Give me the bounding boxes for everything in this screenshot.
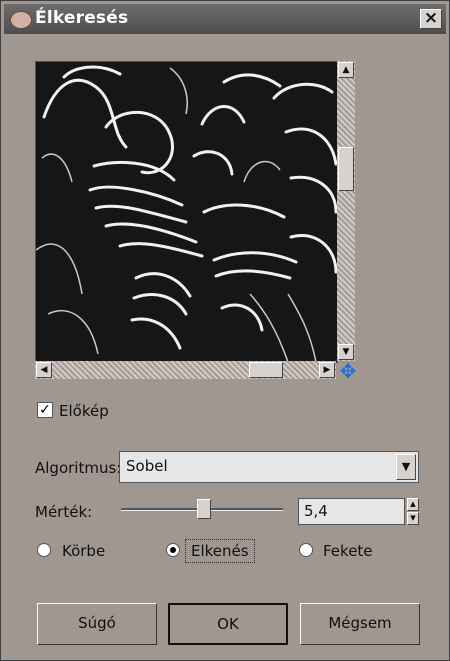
radio-wrap[interactable] xyxy=(37,543,51,557)
amount-slider-handle[interactable] xyxy=(196,499,211,519)
scroll-left-button[interactable]: ◀ xyxy=(36,362,52,378)
app-icon xyxy=(10,11,32,29)
radio-wrap-label: Körbe xyxy=(62,542,106,560)
spin-up-button[interactable]: ▲ xyxy=(407,498,419,511)
cancel-button[interactable]: Mégsem xyxy=(300,603,420,645)
radio-black[interactable] xyxy=(299,543,313,557)
ok-button[interactable]: OK xyxy=(168,603,288,645)
help-button[interactable]: Súgó xyxy=(37,603,157,645)
horizontal-scroll-thumb[interactable] xyxy=(249,362,283,378)
preview-vertical-scrollbar[interactable]: ▲ ▼ xyxy=(337,61,355,361)
scroll-down-button[interactable]: ▼ xyxy=(338,344,354,360)
vertical-scroll-thumb[interactable] xyxy=(338,147,354,191)
dropdown-arrow-icon[interactable]: ▼ xyxy=(396,454,416,480)
window-title: Élkeresés xyxy=(35,8,129,28)
preview-checkbox[interactable]: ✓ xyxy=(37,402,53,418)
radio-smear-label: Elkenés xyxy=(191,542,249,560)
algorithm-value: Sobel xyxy=(126,457,168,475)
radio-smear[interactable] xyxy=(166,543,180,557)
spin-down-button[interactable]: ▼ xyxy=(407,512,419,525)
close-button[interactable]: × xyxy=(420,9,442,29)
scroll-up-button[interactable]: ▲ xyxy=(338,62,354,78)
navigate-move-icon[interactable]: ✥ xyxy=(338,361,358,381)
amount-label: Mérték: xyxy=(35,503,93,521)
radio-black-label: Fekete xyxy=(323,542,373,560)
algorithm-label: Algoritmus: xyxy=(35,459,122,477)
preview-label: Előkép xyxy=(59,402,109,420)
algorithm-dropdown[interactable]: Sobel ▼ xyxy=(119,451,419,483)
preview-image[interactable] xyxy=(35,61,338,363)
preview-horizontal-scrollbar[interactable]: ◀ ▶ xyxy=(35,361,336,379)
edge-preview-graphic xyxy=(36,62,337,362)
selected-dot xyxy=(170,547,176,553)
amount-input[interactable]: 5,4 xyxy=(298,498,405,525)
title-bar[interactable]: Élkeresés × xyxy=(4,4,446,34)
edge-detect-dialog: Élkeresés × ▲ ▼ ◀ ▶ ✥ ✓ Előkép Algoritmu… xyxy=(0,0,450,661)
scroll-right-button[interactable]: ▶ xyxy=(319,362,335,378)
